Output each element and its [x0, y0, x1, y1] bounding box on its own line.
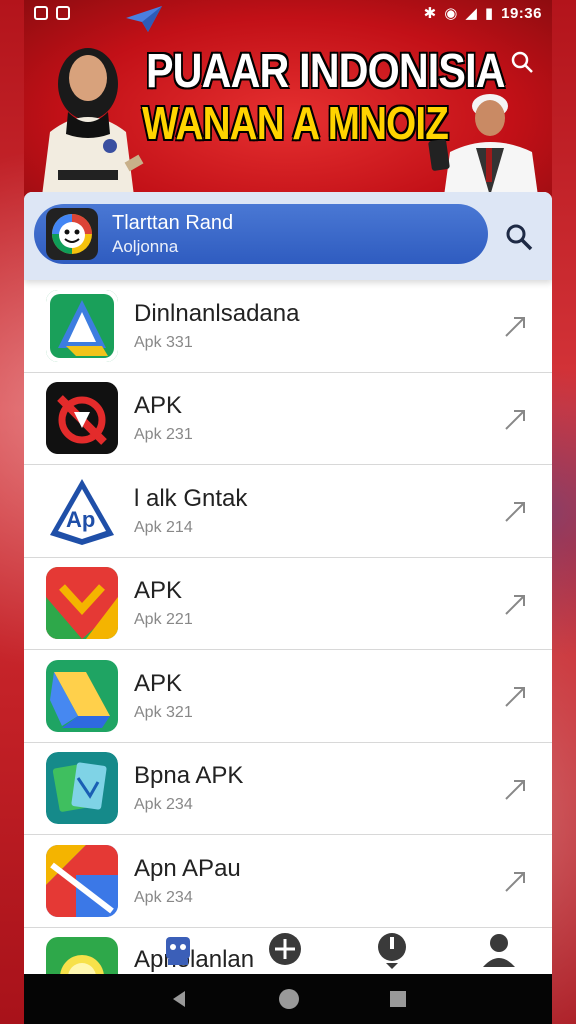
- arrow-up-right-icon[interactable]: [502, 682, 530, 710]
- app-name: l alk Gntak: [134, 484, 248, 512]
- app-name: Apn APau: [134, 854, 241, 882]
- banner-title: PUAAR INDONISIA: [146, 45, 506, 98]
- wifi-icon: ◉: [444, 5, 458, 22]
- recents-icon[interactable]: [389, 990, 407, 1008]
- back-icon[interactable]: [169, 989, 189, 1009]
- app-subtitle: Apk 231: [134, 426, 193, 444]
- gallery-notification-icon: [56, 6, 70, 20]
- list-item[interactable]: APK Apk 231: [24, 373, 552, 465]
- system-navigation-bar: [24, 974, 552, 1024]
- signal-icon: ◢: [465, 5, 477, 22]
- hijab-woman-illustration: [42, 48, 144, 196]
- app-name: APK: [134, 577, 183, 605]
- search-icon[interactable]: [504, 222, 534, 252]
- bluetooth-icon: ✱: [423, 5, 437, 22]
- header-subtitle: Aoljonna: [112, 236, 179, 256]
- app-name: Bpna APK: [134, 762, 244, 790]
- app-subtitle: Apk 234: [134, 888, 193, 906]
- app-logo-icon: [46, 208, 98, 260]
- profile-icon[interactable]: [479, 929, 519, 969]
- list-item[interactable]: APK Apk 321: [24, 650, 552, 743]
- arrow-up-right-icon[interactable]: [502, 775, 530, 803]
- arrow-up-right-icon[interactable]: [502, 867, 530, 895]
- app-name: APK: [134, 669, 183, 697]
- list-item[interactable]: Dinlnanlsadana Apk 331: [24, 280, 552, 373]
- promo-banner[interactable]: PUAAR INDONISIA WANAN A MNOIZ: [24, 0, 552, 196]
- app-subtitle: Apk 221: [134, 611, 193, 629]
- arrow-up-right-icon[interactable]: [502, 405, 530, 433]
- app-header: Tlarttan Rand Aoljonna: [24, 192, 552, 280]
- app-name: APK: [134, 392, 183, 420]
- man-with-phone-illustration: [428, 94, 538, 196]
- header-pill[interactable]: Tlarttan Rand Aoljonna: [34, 204, 488, 264]
- battery-icon: ▮: [484, 5, 494, 22]
- list-item[interactable]: Ap l alk Gntak Apk 214: [24, 465, 552, 558]
- app-subtitle: Apk 321: [134, 703, 193, 721]
- notification-icon: [34, 6, 48, 20]
- app-subtitle: Apk 331: [134, 333, 193, 351]
- banner-subtitle: WANAN A MNOIZ: [142, 97, 449, 149]
- blue-green-triangle-logo-icon: [46, 289, 118, 362]
- list-item[interactable]: Apn APau Apk 234: [24, 835, 552, 928]
- app-list-card: Tlarttan Rand Aoljonna Dinlnanlsadana Ap…: [24, 192, 552, 974]
- add-circle-icon[interactable]: [265, 929, 305, 969]
- status-bar: ✱ ◉ ◢ ▮ 19:36: [24, 0, 552, 26]
- app-list: Dinlnanlsadana Apk 331 APK Apk 231 Ap l …: [24, 280, 552, 974]
- home-icon[interactable]: [278, 988, 300, 1010]
- red-x-logo-icon: [46, 382, 118, 455]
- arrow-up-right-icon[interactable]: [502, 312, 530, 340]
- bottom-navigation: [24, 924, 552, 974]
- list-item[interactable]: Bpna APK Apk 234: [24, 743, 552, 835]
- maps-style-logo-icon: [46, 844, 118, 917]
- list-item[interactable]: APK Apk 221: [24, 558, 552, 650]
- drive-style-logo-icon: [46, 659, 118, 732]
- app-name: Dinlnanlsadana: [134, 299, 300, 327]
- svg-text:Ap: Ap: [66, 507, 95, 532]
- alert-download-icon[interactable]: [372, 929, 412, 969]
- status-time: 19:36: [501, 4, 542, 22]
- arrow-up-right-icon[interactable]: [502, 497, 530, 525]
- arrow-up-right-icon[interactable]: [502, 590, 530, 618]
- colorful-m-logo-icon: [46, 567, 118, 640]
- blue-ap-logo-icon: Ap: [46, 474, 118, 547]
- app-subtitle: Apk 234: [134, 796, 193, 814]
- green-cards-logo-icon: [46, 752, 118, 825]
- app-subtitle: Apk 214: [134, 518, 193, 536]
- search-icon[interactable]: [510, 50, 534, 74]
- header-title: Tlarttan Rand: [112, 211, 234, 234]
- robot-icon[interactable]: [158, 929, 198, 969]
